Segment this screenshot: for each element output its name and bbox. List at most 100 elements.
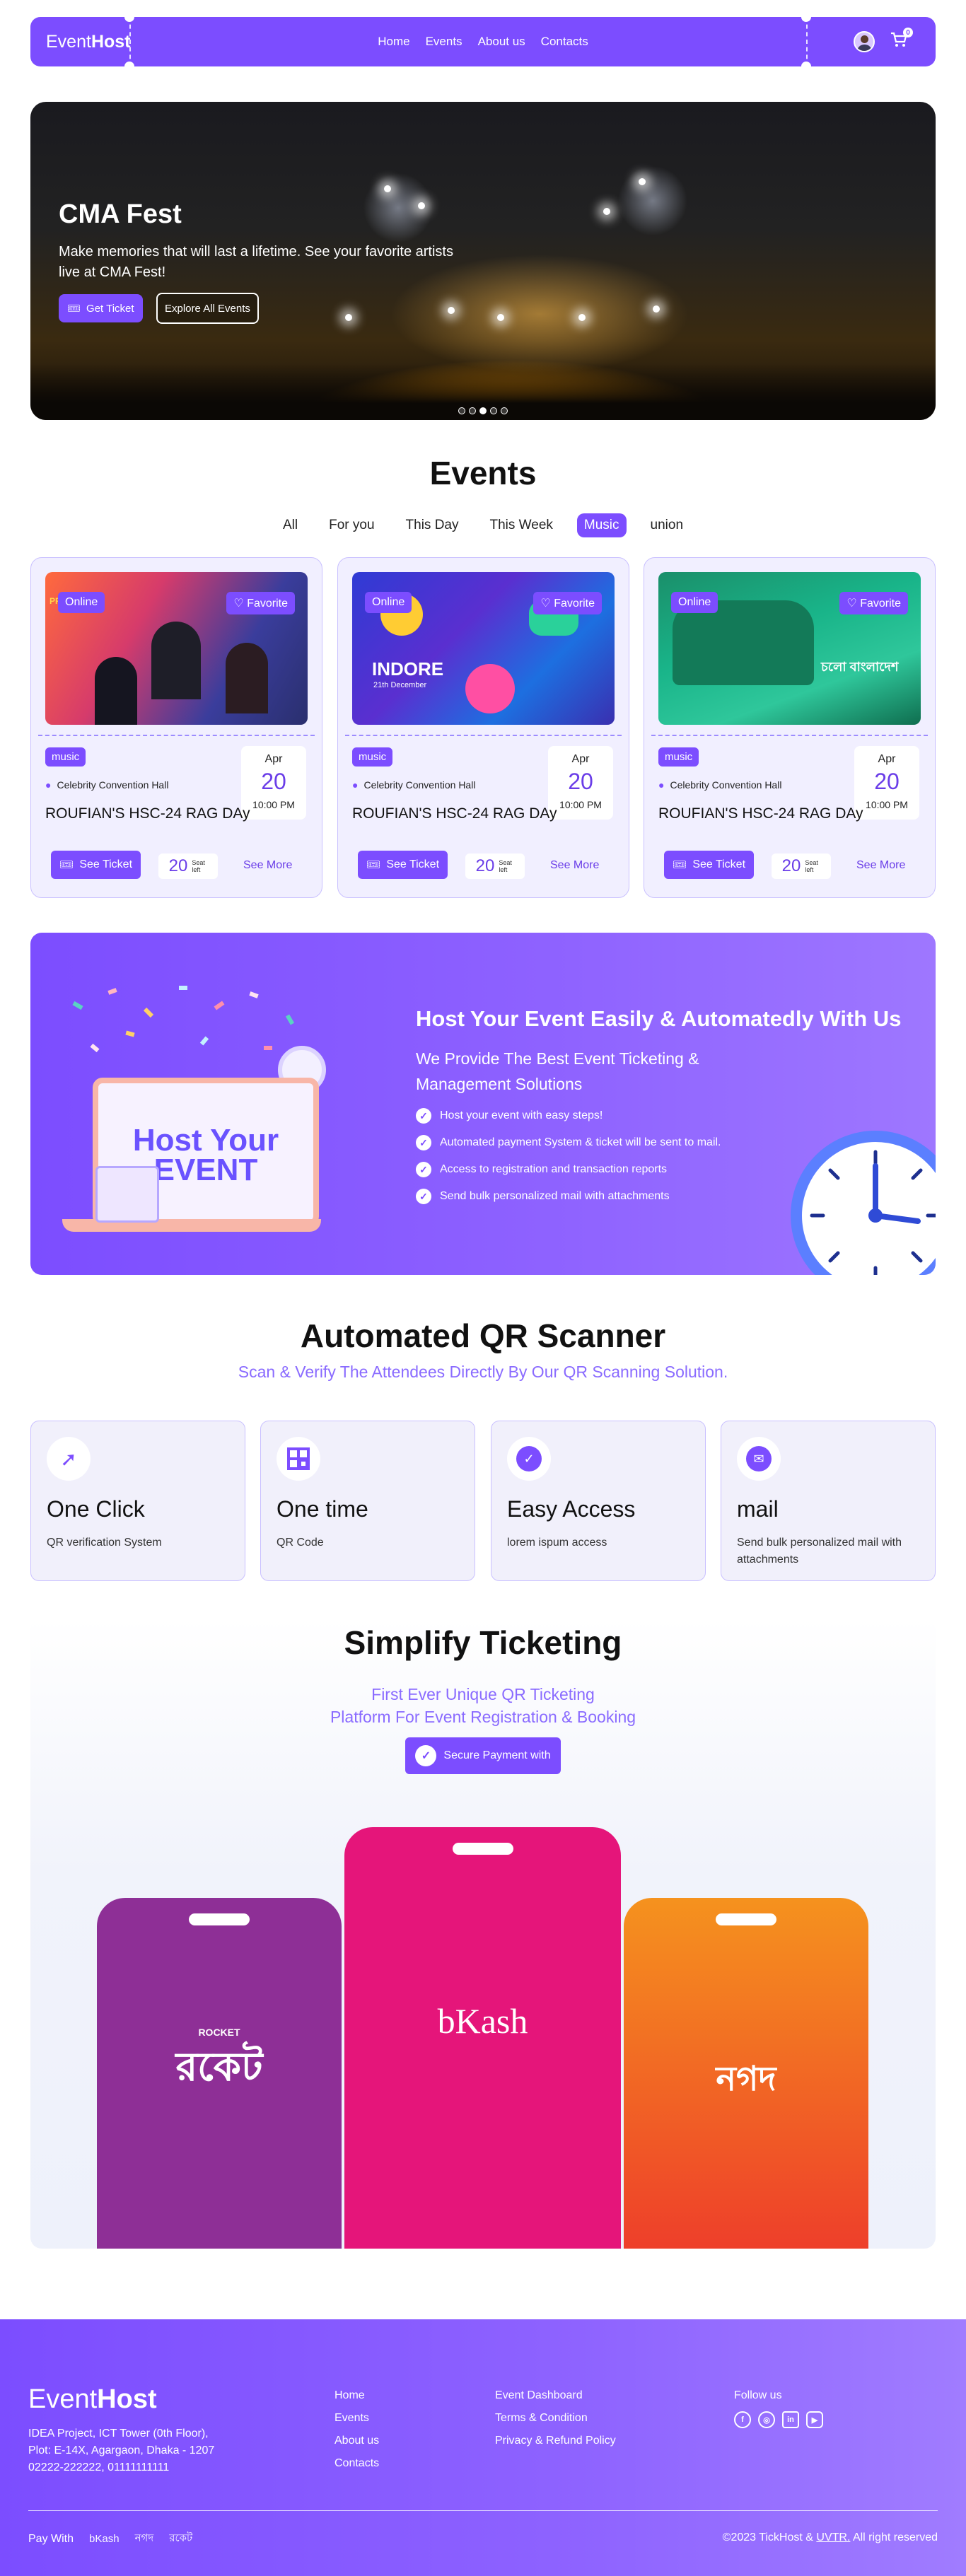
seats-left: 20 Seat left — [772, 853, 831, 879]
location-pin-icon: ● — [658, 779, 665, 791]
event-card[interactable]: INDORE 21th December Online ♡ Favorite m… — [337, 557, 629, 898]
nagad-pay-logo: নগদ — [134, 2532, 154, 2544]
event-month: Apr — [878, 753, 896, 765]
event-title: ROUFIAN'S HSC-24 RAG DAy — [45, 805, 250, 822]
ticket-perforation — [38, 735, 315, 736]
hero-banner: CMA Fest Make memories that will last a … — [30, 102, 936, 420]
facebook-icon[interactable]: f — [734, 2411, 751, 2428]
check-circle-icon: ✓ — [507, 1437, 551, 1481]
footer-link[interactable]: Events — [334, 2407, 379, 2430]
nav-notch — [801, 12, 811, 22]
host-subtitle: We Provide The Best Event Ticketing & Ma… — [416, 1049, 699, 1093]
feature-card: One time QR Code — [260, 1421, 475, 1581]
nav-actions: 0 — [854, 28, 913, 52]
feature-desc: QR Code — [277, 1537, 324, 1549]
cart-icon[interactable]: 0 — [890, 28, 913, 52]
location-pin-icon: ● — [352, 779, 359, 791]
footer-link[interactable]: Terms & Condition — [495, 2407, 616, 2430]
see-ticket-button[interactable]: 🎟 See Ticket — [664, 851, 755, 879]
calendar-icon — [95, 1166, 159, 1223]
event-title: ROUFIAN'S HSC-24 RAG DAy — [658, 805, 863, 822]
nav-home-link[interactable]: Home — [378, 35, 409, 49]
bkash-logo: bKash — [437, 2001, 528, 2041]
uvtr-link[interactable]: UVTR. — [816, 2531, 850, 2543]
instagram-icon[interactable]: ◎ — [758, 2411, 775, 2428]
list-item: ✓ Automated payment System & ticket will … — [416, 1129, 721, 1156]
event-time: 10:00 PM — [866, 799, 908, 810]
footer-link[interactable]: Contacts — [334, 2452, 379, 2475]
see-more-link[interactable]: See More — [856, 859, 905, 872]
carousel-dot[interactable] — [469, 407, 476, 414]
bkash-pay-logo: bKash — [89, 2533, 120, 2545]
feature-card: ➚ One Click QR verification System — [30, 1421, 245, 1581]
ticket-perforation — [345, 735, 622, 736]
event-time: 10:00 PM — [252, 799, 295, 810]
filter-tab-music[interactable]: Music — [576, 513, 627, 537]
nav-about-link[interactable]: About us — [478, 35, 525, 49]
venue: ● Celebrity Convention Hall — [658, 779, 782, 791]
qr-code-icon — [277, 1437, 320, 1481]
filter-tab-this-day[interactable]: This Day — [399, 513, 466, 537]
filter-tab-all[interactable]: All — [276, 513, 305, 537]
online-badge: Online — [58, 592, 105, 613]
carousel-dot[interactable] — [479, 407, 487, 414]
see-more-link[interactable]: See More — [550, 859, 599, 872]
nagad-logo: নগদ — [716, 2061, 776, 2098]
brand-logo[interactable]: EventHost — [46, 32, 131, 52]
poster-text: চলো বাংলাদেশ — [821, 660, 899, 674]
see-ticket-button[interactable]: 🎟 See Ticket — [358, 851, 448, 879]
category-chip: music — [45, 747, 86, 767]
shield-check-icon: ✓ — [415, 1745, 437, 1766]
site-footer: EventHost IDEA Project, ICT Tower (0th F… — [0, 2319, 966, 2576]
favorite-button[interactable]: ♡ Favorite — [533, 592, 602, 614]
filter-tab-for-you[interactable]: For you — [322, 513, 381, 537]
footer-link[interactable]: Privacy & Refund Policy — [495, 2430, 616, 2452]
check-icon: ✓ — [416, 1135, 431, 1150]
event-title: ROUFIAN'S HSC-24 RAG DAy — [352, 805, 557, 822]
footer-link[interactable]: Event Dashboard — [495, 2384, 616, 2407]
favorite-button[interactable]: ♡ Favorite — [226, 592, 295, 614]
footer-link[interactable]: About us — [334, 2430, 379, 2452]
rocket-logo: রকেট — [175, 2044, 263, 2089]
footer-link[interactable]: Home — [334, 2384, 379, 2407]
get-ticket-button[interactable]: 🎟 Get Ticket — [59, 294, 143, 322]
event-card[interactable]: চলো বাংলাদেশ Online ♡ Favorite music ● Ce… — [644, 557, 936, 898]
carousel-dot[interactable] — [458, 407, 465, 414]
ticket-icon: 🎟 — [59, 859, 74, 871]
event-card[interactable]: PRESENTS Online ♡ Favorite music ●Celebr… — [30, 557, 322, 898]
hero-description: Make memories that will last a lifetime.… — [59, 244, 453, 280]
filter-tab-this-week[interactable]: This Week — [482, 513, 559, 537]
nav-events-link[interactable]: Events — [426, 35, 462, 49]
footer-brand[interactable]: EventHost — [28, 2384, 157, 2415]
event-day: 20 — [568, 769, 593, 794]
youtube-icon[interactable]: ▶ — [806, 2411, 823, 2428]
ticket-icon: 🎟 — [67, 303, 81, 315]
filter-tab-union[interactable]: union — [644, 513, 691, 537]
carousel-dot[interactable] — [501, 407, 508, 414]
footer-divider — [28, 2510, 938, 2511]
event-time: 10:00 PM — [559, 799, 602, 810]
ticketing-heading: Simplify Ticketing — [344, 1624, 622, 1661]
online-badge: Online — [365, 592, 412, 613]
see-ticket-button[interactable]: 🎟 See Ticket — [51, 851, 141, 879]
location-pin-icon: ● — [45, 779, 52, 791]
favorite-button[interactable]: ♡ Favorite — [839, 592, 908, 614]
linkedin-icon[interactable]: in — [782, 2411, 799, 2428]
phone-speaker — [716, 1913, 776, 1925]
nav-contacts-link[interactable]: Contacts — [541, 35, 588, 49]
cart-count-badge: 0 — [903, 28, 913, 37]
event-date-box: Apr 20 10:00 PM — [241, 746, 306, 820]
nav-notch — [124, 12, 134, 22]
heart-icon: ♡ — [846, 598, 861, 610]
see-more-link[interactable]: See More — [243, 859, 292, 872]
footer-address: IDEA Project, ICT Tower (0th Floor), Plo… — [28, 2428, 215, 2473]
explore-all-events-button[interactable]: Explore All Events — [156, 293, 259, 324]
event-date-box: Apr 20 10:00 PM — [854, 746, 919, 820]
nav-links: Home Events About us Contacts — [378, 35, 588, 49]
event-date-box: Apr 20 10:00 PM — [548, 746, 613, 820]
carousel-dot[interactable] — [490, 407, 497, 414]
ticket-icon: 🎟 — [673, 859, 687, 871]
user-avatar[interactable] — [854, 31, 875, 52]
feature-title: One time — [277, 1496, 368, 1522]
ticket-perforation — [651, 735, 928, 736]
